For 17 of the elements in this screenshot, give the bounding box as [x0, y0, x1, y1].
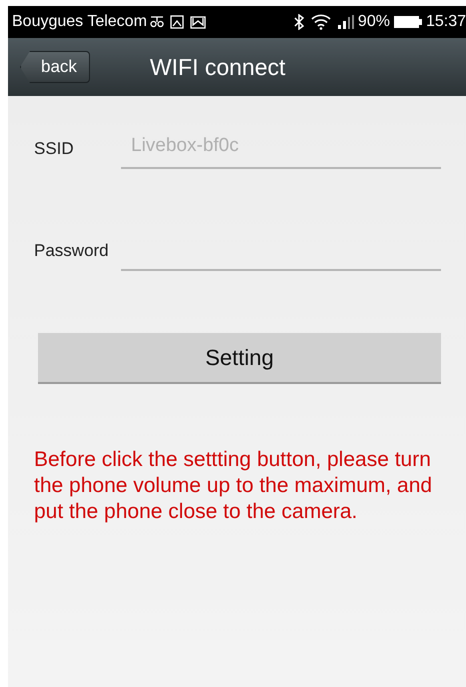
mail-icon [190, 15, 206, 29]
screen-title: WIFI connect [150, 54, 286, 80]
signal-icon [336, 15, 355, 29]
wifi-icon [310, 14, 331, 30]
carrier-name: Bouygues Telecom [12, 13, 147, 31]
setting-button[interactable]: Setting [38, 333, 441, 384]
field-label: SSID [34, 139, 75, 160]
bluetooth-icon [292, 14, 305, 30]
voicemail-icon [150, 16, 164, 28]
battery-icon [392, 15, 423, 29]
instruction-text: Before click the settting button, please turn the phone volume up to the maximum, and put the phone close to the camera. [34, 447, 434, 525]
battery-percent: 90% [358, 13, 390, 31]
ssid-field[interactable]: Livebox-bf0c [121, 133, 441, 169]
clock: 15:37 [426, 13, 466, 31]
field-label: Password [34, 241, 110, 262]
back-button[interactable]: back [20, 51, 90, 83]
image-icon [170, 15, 184, 29]
